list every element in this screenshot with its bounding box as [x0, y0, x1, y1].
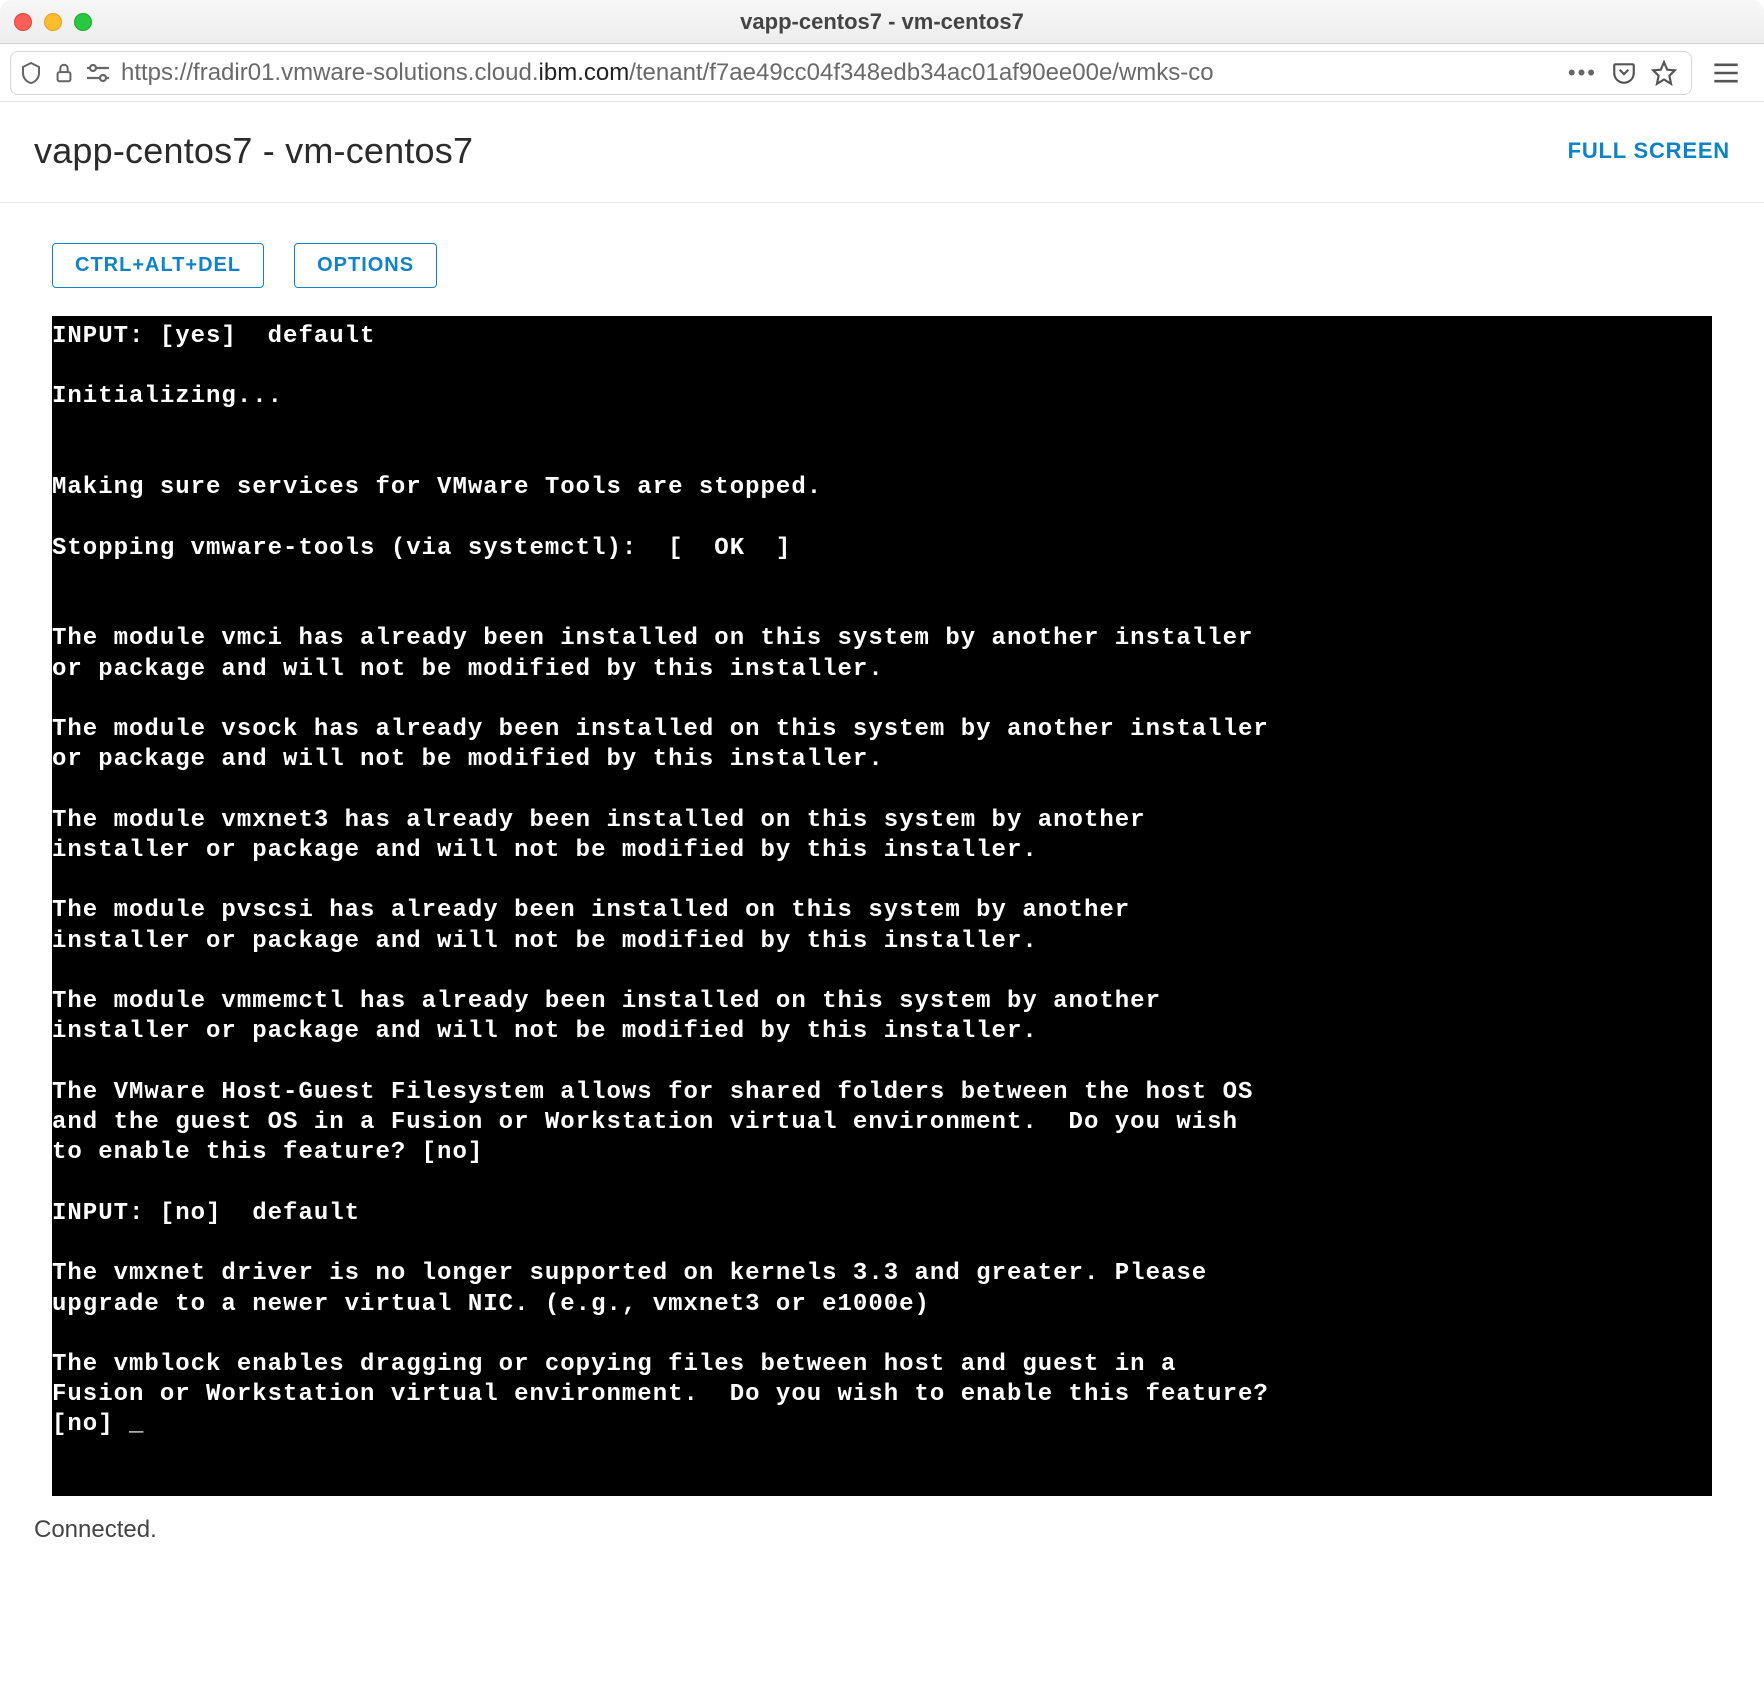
url-domain: ibm.com	[539, 59, 630, 86]
window-titlebar: vapp-centos7 - vm-centos7	[0, 0, 1764, 44]
bookmark-star-icon[interactable]	[1651, 60, 1677, 86]
url-prefix: https://fradir01.vmware-solutions.cloud.	[121, 59, 539, 86]
url-text[interactable]: https://fradir01.vmware-solutions.cloud.…	[121, 59, 1558, 87]
permissions-icon[interactable]	[85, 62, 111, 84]
ctrl-alt-del-button[interactable]: CTRL+ALT+DEL	[52, 243, 264, 288]
maximize-window-button[interactable]	[74, 13, 92, 31]
lock-icon[interactable]	[53, 61, 75, 85]
options-button[interactable]: OPTIONS	[294, 243, 437, 288]
page-content: vapp-centos7 - vm-centos7 FULL SCREEN CT…	[0, 102, 1764, 1698]
console-wrap: INPUT: [yes] default Initializing... Mak…	[0, 316, 1764, 1508]
close-window-button[interactable]	[14, 13, 32, 31]
vm-console[interactable]: INPUT: [yes] default Initializing... Mak…	[52, 316, 1712, 1496]
traffic-lights	[14, 13, 92, 31]
full-screen-button[interactable]: FULL SCREEN	[1568, 138, 1730, 164]
browser-window: vapp-centos7 - vm-centos7	[0, 0, 1764, 1698]
url-bar[interactable]: https://fradir01.vmware-solutions.cloud.…	[10, 51, 1692, 95]
window-title: vapp-centos7 - vm-centos7	[0, 9, 1764, 35]
page-title: vapp-centos7 - vm-centos7	[34, 130, 473, 172]
shield-icon[interactable]	[19, 61, 43, 85]
connection-status: Connected.	[0, 1508, 1764, 1544]
page-header: vapp-centos7 - vm-centos7 FULL SCREEN	[0, 102, 1764, 203]
hamburger-menu-button[interactable]	[1698, 45, 1754, 101]
url-bar-row: https://fradir01.vmware-solutions.cloud.…	[0, 44, 1764, 102]
url-trailing-icons: •••	[1568, 60, 1683, 86]
page-actions-icon[interactable]: •••	[1568, 60, 1597, 86]
minimize-window-button[interactable]	[44, 13, 62, 31]
pocket-icon[interactable]	[1611, 60, 1637, 86]
button-row: CTRL+ALT+DEL OPTIONS	[0, 203, 1764, 316]
url-suffix: /tenant/f7ae49cc04f348edb34ac01af90ee00e…	[629, 59, 1213, 86]
